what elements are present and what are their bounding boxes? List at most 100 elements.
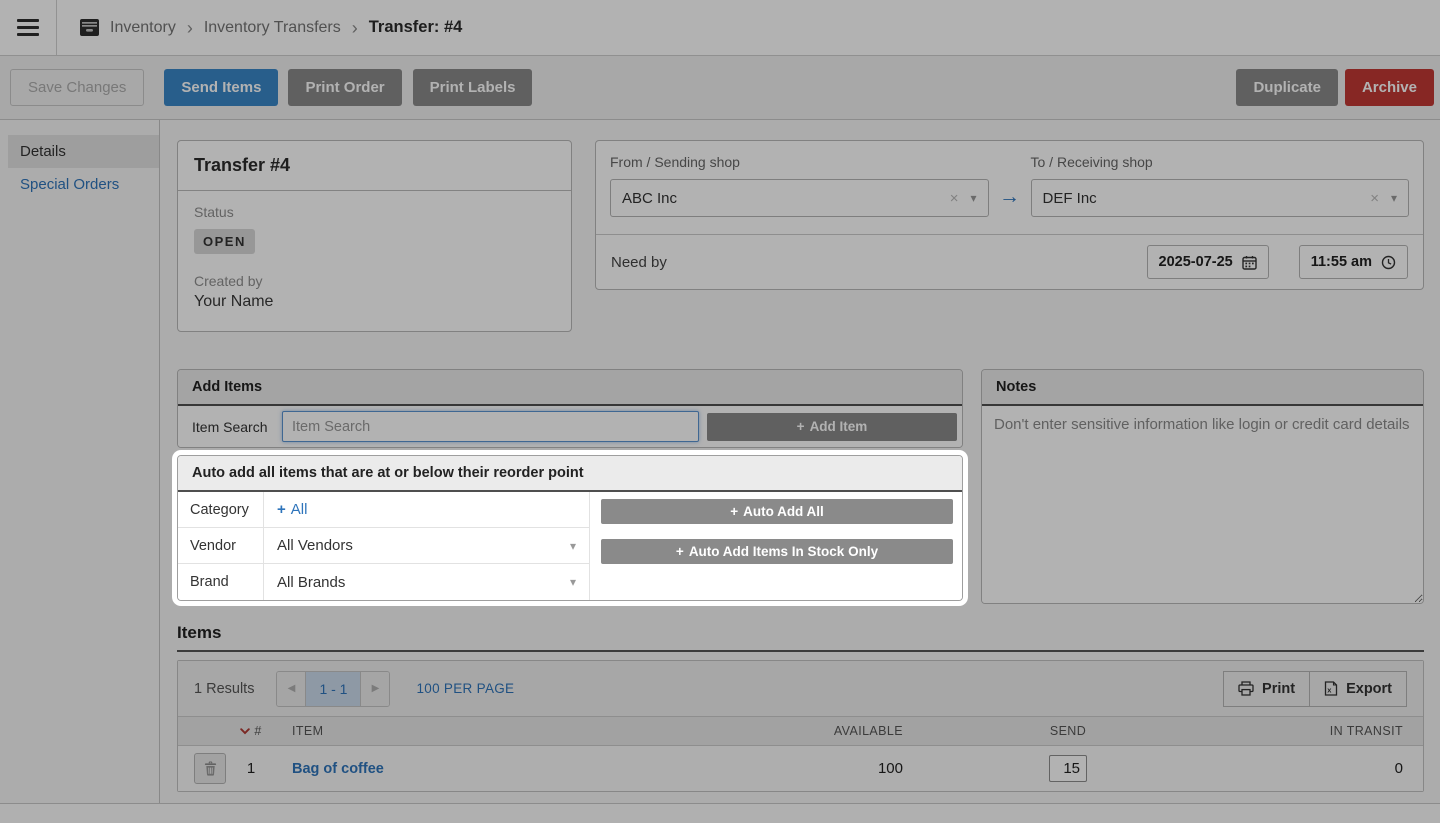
pagination: ◀ 1 - 1 ▶ xyxy=(276,671,390,707)
prev-page-button[interactable]: ◀ xyxy=(277,672,305,706)
items-table-header: # ITEM AVAILABLE SEND IN TRANSIT xyxy=(178,717,1423,746)
need-by-time-button[interactable]: 11:55 am xyxy=(1299,245,1408,279)
breadcrumb-inventory[interactable]: Inventory xyxy=(110,19,176,37)
archive-button[interactable]: Archive xyxy=(1345,69,1434,106)
brand-label: Brand xyxy=(178,564,264,600)
save-changes-button[interactable]: Save Changes xyxy=(10,69,144,106)
column-in-transit[interactable]: IN TRANSIT xyxy=(1233,724,1423,738)
item-search-input[interactable] xyxy=(282,411,699,442)
vendor-value: All Vendors xyxy=(277,537,353,554)
auto-add-panel: Auto add all items that are at or below … xyxy=(177,455,963,601)
row-number: 1 xyxy=(228,760,274,777)
column-available[interactable]: AVAILABLE xyxy=(713,724,903,738)
clear-icon[interactable]: × xyxy=(1370,190,1379,207)
top-bar: Inventory › Inventory Transfers › Transf… xyxy=(0,0,1440,56)
plus-icon: + xyxy=(277,501,286,518)
sidebar-item-special-orders[interactable]: Special Orders xyxy=(8,168,159,201)
need-by-date-button[interactable]: 2025-07-25 xyxy=(1147,245,1269,279)
need-by-date-value: 2025-07-25 xyxy=(1159,254,1233,270)
per-page-link[interactable]: 100 PER PAGE xyxy=(416,681,514,696)
need-by-time-value: 11:55 am xyxy=(1311,254,1372,270)
plus-icon: + xyxy=(676,544,684,559)
from-shop-value: ABC Inc xyxy=(622,190,950,207)
table-row: 1 Bag of coffee 100 0 xyxy=(178,746,1423,791)
transfer-details-panel: Transfer #4 Status OPEN Created by Your … xyxy=(177,140,572,332)
action-toolbar: Save Changes Send Items Print Order Prin… xyxy=(0,56,1440,120)
caret-down-icon: ▾ xyxy=(570,539,576,553)
plus-icon: + xyxy=(730,504,738,519)
category-add-all-link[interactable]: +All xyxy=(277,501,307,518)
results-count: 1 Results xyxy=(194,681,254,697)
column-item[interactable]: ITEM xyxy=(274,724,713,738)
chevron-right-icon: › xyxy=(186,19,194,37)
auto-add-header: Auto add all items that are at or below … xyxy=(178,456,962,492)
auto-add-in-stock-button[interactable]: +Auto Add Items In Stock Only xyxy=(601,539,953,564)
duplicate-button[interactable]: Duplicate xyxy=(1236,69,1338,106)
print-order-button[interactable]: Print Order xyxy=(288,69,401,106)
auto-add-all-button[interactable]: +Auto Add All xyxy=(601,499,953,524)
send-quantity-input[interactable] xyxy=(1049,755,1087,782)
item-search-label: Item Search xyxy=(178,419,282,435)
send-items-button[interactable]: Send Items xyxy=(164,69,278,106)
notes-textarea[interactable] xyxy=(982,406,1423,603)
calendar-icon xyxy=(1242,255,1257,270)
item-link[interactable]: Bag of coffee xyxy=(292,761,384,777)
status-label: Status xyxy=(194,204,555,220)
created-by-label: Created by xyxy=(194,273,555,289)
next-page-button[interactable]: ▶ xyxy=(361,672,389,706)
sidebar: Details Special Orders xyxy=(0,120,160,803)
delete-item-button[interactable] xyxy=(194,753,226,784)
clock-icon xyxy=(1381,255,1396,270)
page-range[interactable]: 1 - 1 xyxy=(305,672,361,706)
transfer-arrow-icon: → xyxy=(989,185,1031,217)
breadcrumb: Inventory › Inventory Transfers › Transf… xyxy=(57,0,462,55)
notes-header: Notes xyxy=(982,370,1423,406)
caret-down-icon: ▾ xyxy=(570,575,576,589)
export-button[interactable]: x Export xyxy=(1309,671,1407,707)
svg-text:x: x xyxy=(1327,686,1332,695)
inventory-box-icon xyxy=(79,18,100,37)
to-shop-select[interactable]: DEF Inc × ▾ xyxy=(1031,179,1410,217)
need-by-label: Need by xyxy=(611,254,1147,271)
hamburger-menu-button[interactable] xyxy=(0,0,56,55)
status-badge: OPEN xyxy=(194,229,255,254)
transfer-title: Transfer #4 xyxy=(178,141,571,191)
export-file-icon: x xyxy=(1324,681,1338,696)
from-shop-label: From / Sending shop xyxy=(610,154,989,170)
in-transit-value: 0 xyxy=(1233,760,1423,777)
vendor-select[interactable]: All Vendors ▾ xyxy=(264,537,589,554)
breadcrumb-current-page: Transfer: #4 xyxy=(369,18,463,37)
sort-desc-icon[interactable] xyxy=(240,728,250,735)
column-send[interactable]: SEND xyxy=(903,724,1233,738)
trash-icon xyxy=(204,761,217,776)
to-shop-value: DEF Inc xyxy=(1043,190,1371,207)
print-button[interactable]: Print xyxy=(1223,671,1310,707)
caret-down-icon: ▾ xyxy=(970,191,976,205)
brand-select[interactable]: All Brands ▾ xyxy=(264,574,589,591)
notes-panel: Notes xyxy=(981,369,1424,604)
category-label: Category xyxy=(178,492,264,527)
from-shop-select[interactable]: ABC Inc × ▾ xyxy=(610,179,989,217)
column-number[interactable]: # xyxy=(254,724,261,738)
shops-panel: From / Sending shop ABC Inc × ▾ → To / R… xyxy=(595,140,1424,290)
add-items-panel: Add Items Item Search +Add Item xyxy=(177,369,963,448)
add-item-button[interactable]: +Add Item xyxy=(707,413,957,441)
plus-icon: + xyxy=(797,419,805,434)
available-value: 100 xyxy=(713,760,903,777)
clear-icon[interactable]: × xyxy=(950,190,959,207)
chevron-right-icon: › xyxy=(351,19,359,37)
content: Transfer #4 Status OPEN Created by Your … xyxy=(160,120,1440,803)
sidebar-item-details[interactable]: Details xyxy=(8,135,159,168)
items-section: Items 1 Results ◀ 1 - 1 ▶ 100 PER PAGE xyxy=(177,623,1424,792)
main-area: Details Special Orders Transfer #4 Statu… xyxy=(0,120,1440,803)
caret-down-icon: ▾ xyxy=(1391,191,1397,205)
add-items-header: Add Items xyxy=(178,370,962,406)
items-heading: Items xyxy=(177,623,1424,652)
vendor-label: Vendor xyxy=(178,528,264,563)
breadcrumb-inventory-transfers[interactable]: Inventory Transfers xyxy=(204,19,341,37)
brand-value: All Brands xyxy=(277,574,345,591)
print-labels-button[interactable]: Print Labels xyxy=(413,69,533,106)
page-footer xyxy=(0,803,1440,823)
created-by-value: Your Name xyxy=(194,293,555,311)
to-shop-label: To / Receiving shop xyxy=(1031,154,1410,170)
